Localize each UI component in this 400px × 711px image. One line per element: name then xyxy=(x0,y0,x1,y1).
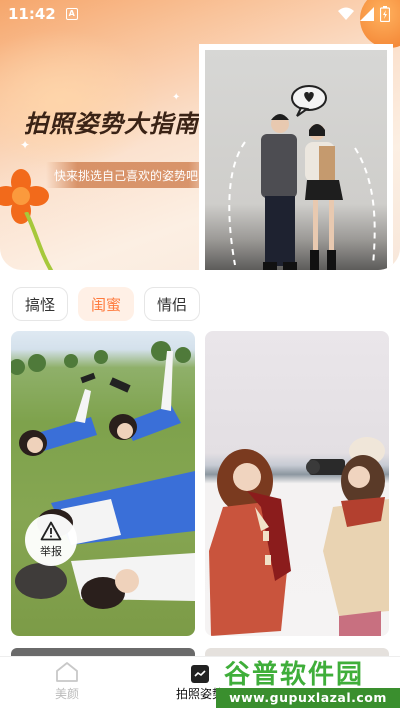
report-label: 举报 xyxy=(40,545,62,558)
battery-icon xyxy=(380,6,390,22)
warning-triangle-icon xyxy=(40,521,62,541)
wifi-icon xyxy=(338,7,354,20)
tab-besties[interactable]: 闺蜜 xyxy=(78,287,135,321)
speech-bubble-heart-icon xyxy=(291,85,327,117)
couple-photo-frame xyxy=(199,44,393,270)
nav-item-beauty[interactable]: 美颜 xyxy=(44,661,90,702)
friends-in-snow-photo xyxy=(209,437,389,636)
category-tabs: 搞怪 闺蜜 情侣 xyxy=(12,287,201,321)
status-time: 11:42 xyxy=(8,5,56,23)
signal-icon xyxy=(360,7,374,21)
friends-lying-on-grass-photo xyxy=(11,341,195,609)
pose-card[interactable] xyxy=(11,331,195,636)
banner-title: 拍照姿势大指南 xyxy=(24,109,199,138)
watermark: 谷普软件园 www.gupuxlazal.com xyxy=(216,654,400,711)
pose-icon xyxy=(191,665,209,683)
header-banner[interactable]: ✦ ✦ 拍照姿势大指南 快来挑选自己喜欢的姿势吧 xyxy=(0,0,400,270)
notification-badge-icon: A xyxy=(65,8,78,20)
nav-label-beauty: 美颜 xyxy=(54,687,79,701)
couple-photo xyxy=(205,50,387,270)
couple-illustration xyxy=(228,85,376,270)
flower-stem-decoration xyxy=(24,212,54,270)
home-icon xyxy=(56,662,78,682)
banner-subtitle: 快来挑选自己喜欢的姿势吧 xyxy=(54,169,199,183)
tab-funny[interactable]: 搞怪 xyxy=(12,287,69,321)
sparkle-icon: ✦ xyxy=(172,92,181,103)
report-button[interactable]: 举报 xyxy=(25,514,77,566)
status-bar: 11:42 A xyxy=(0,0,400,28)
pose-card[interactable] xyxy=(205,331,389,636)
tab-couples[interactable]: 情侣 xyxy=(144,287,201,321)
sparkle-icon: ✦ xyxy=(20,138,31,152)
watermark-title: 谷普软件园 xyxy=(224,660,365,690)
watermark-url: www.gupuxlazal.com xyxy=(216,688,400,708)
